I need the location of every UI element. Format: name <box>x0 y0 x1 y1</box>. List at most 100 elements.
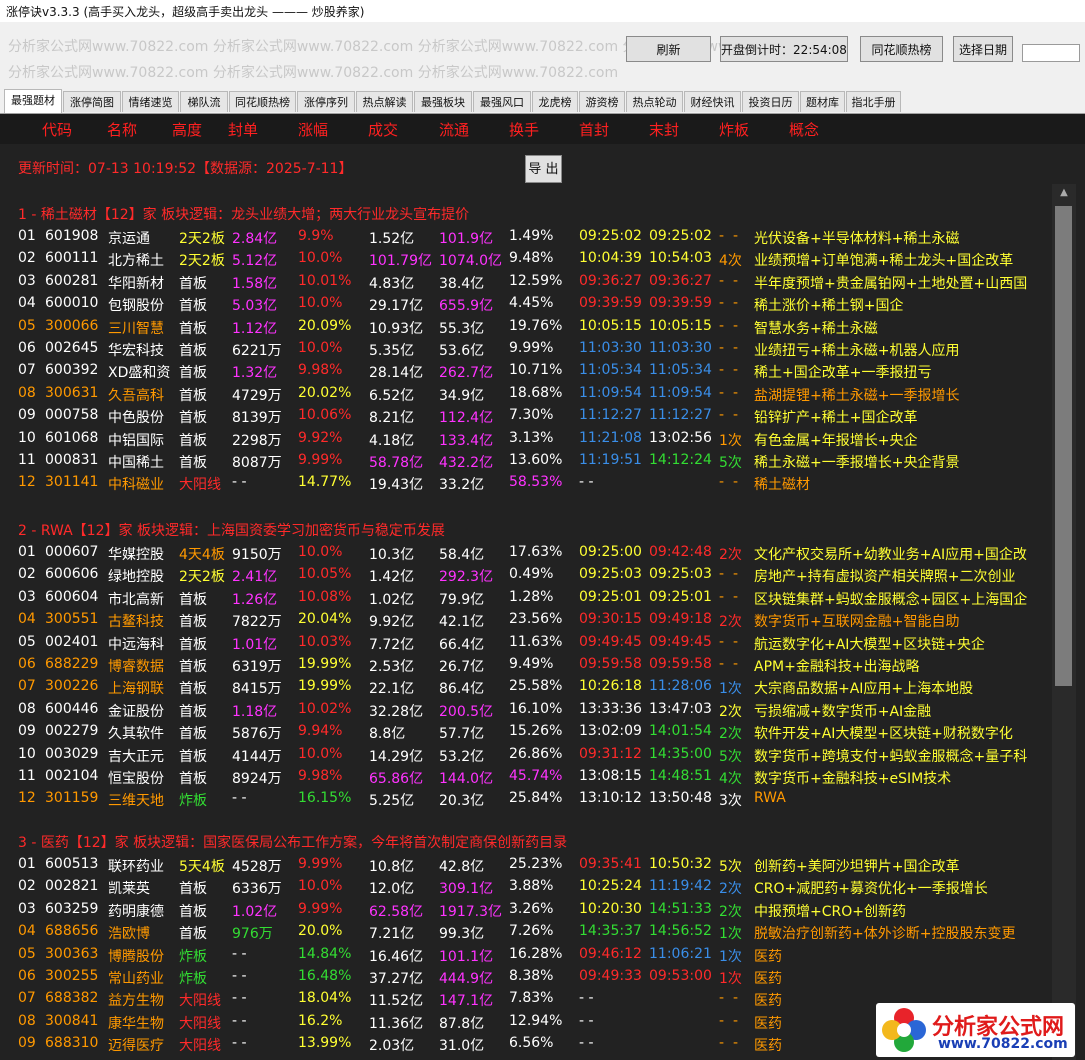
row-index: 04 <box>18 611 36 628</box>
table-row[interactable]: 01 600513 联环药业 5天4板 4528万 9.99% 10.8亿 42.8亿 25.2… <box>0 854 1050 876</box>
table-row[interactable]: 06 688229 博睿数据 首板 6319万 19.99% 2.53亿 26.7亿 9.49%… <box>0 654 1050 676</box>
table-row[interactable]: 10 003029 吉大正元 首板 4144万 10.0% 14.29亿 53.2亿 26.86… <box>0 744 1050 766</box>
tab-item[interactable]: 同花顺热榜 <box>229 91 296 112</box>
first-seal-time: 11:12:27 <box>579 407 642 424</box>
turnover-rate: 1.28% <box>509 588 554 605</box>
table-row[interactable]: 12 301141 中科磁业 大阳线 - - 14.77% 19.43亿 33.2亿 58.53… <box>0 472 1050 494</box>
sector-header[interactable]: 3 - 医药【12】家 板块逻辑：国家医保局公布工作方案，今年将首次制定商保创新… <box>18 832 567 852</box>
turnover-rate: 13.60% <box>509 452 563 468</box>
last-seal-time: 11:05:34 <box>649 362 712 379</box>
tab-item[interactable]: 指北手册 <box>846 91 901 112</box>
tab-item[interactable]: 最强题材 <box>4 89 62 113</box>
table-row[interactable]: 06 002645 华宏科技 首板 6221万 10.0% 5.35亿 53.6亿 9.99% 1… <box>0 338 1050 360</box>
first-seal-time: 09:30:15 <box>579 611 642 628</box>
last-seal-time: 14:35:00 <box>649 745 712 762</box>
select-date-button[interactable]: 选择日期 <box>953 36 1013 62</box>
table-row[interactable]: 12 301159 三维天地 炸板 - - 16.15% 5.25亿 20.3亿 25.84% 1… <box>0 788 1050 810</box>
tab-item[interactable]: 游资榜 <box>579 91 625 112</box>
sector-header[interactable]: 1 - 稀土磁材【12】家 板块逻辑：龙头业绩大增；两大行业龙头宣布提价 <box>18 204 469 224</box>
refresh-button[interactable]: 刷新 <box>626 36 711 62</box>
table-row[interactable]: 11 000831 中国稀土 首板 8087万 9.99% 58.78亿 432.2亿 13.6… <box>0 450 1050 472</box>
column-header[interactable]: 名称 <box>107 119 137 140</box>
column-header[interactable]: 封单 <box>228 119 258 140</box>
table-row[interactable]: 11 002104 恒宝股份 首板 8924万 9.98% 65.86亿 144.0亿 45.7… <box>0 766 1050 788</box>
table-row[interactable]: 01 000607 华媒控股 4天4板 9150万 10.0% 10.3亿 58.4亿 17.6… <box>0 542 1050 564</box>
row-index: 07 <box>18 362 36 379</box>
change-pct: 20.02% <box>298 384 352 401</box>
table-row[interactable]: 06 300255 常山药业 炸板 - - 16.48% 37.27亿 444.9亿 8.38%… <box>0 966 1050 988</box>
vertical-scrollbar[interactable]: ▲ <box>1052 184 1076 1060</box>
table-row[interactable]: 07 300226 上海钢联 首板 8415万 19.99% 22.1亿 86.4亿 25.58… <box>0 676 1050 698</box>
first-seal-time: - - <box>579 1012 594 1029</box>
turnover-rate: 7.83% <box>509 990 554 1007</box>
tab-item[interactable]: 热点解读 <box>356 91 413 112</box>
break-count: 1次 <box>719 926 742 943</box>
tab-item[interactable]: 热点轮动 <box>626 91 683 112</box>
table-row[interactable]: 08 600446 金证股份 首板 1.18亿 10.02% 32.28亿 200.5亿 16.… <box>0 699 1050 721</box>
column-header[interactable]: 代码 <box>42 119 72 140</box>
table-row[interactable]: 01 601908 京运通 2天2板 2.84亿 9.9% 1.52亿 101.9亿 1.49%… <box>0 226 1050 248</box>
table-row[interactable]: 03 603259 药明康德 首板 1.02亿 9.99% 62.58亿 1917.3亿 3.2… <box>0 899 1050 921</box>
table-row[interactable]: 05 300066 三川智慧 首板 1.12亿 20.09% 10.93亿 55.3亿 19.7… <box>0 316 1050 338</box>
column-header[interactable]: 高度 <box>172 119 202 140</box>
scrollbar-thumb[interactable] <box>1055 206 1072 686</box>
change-pct: 9.99% <box>298 856 343 872</box>
stock-name: 迈得医疗 <box>108 1038 164 1055</box>
board-height: 2天2板 <box>179 231 225 247</box>
ths-hot-button[interactable]: 同花顺热榜 <box>860 36 943 62</box>
change-pct: 9.94% <box>298 723 343 740</box>
stock-name: XD盛和资 <box>108 365 171 382</box>
tab-item[interactable]: 龙虎榜 <box>532 91 578 112</box>
tab-item[interactable]: 财经快讯 <box>684 91 741 112</box>
tab-item[interactable]: 投资日历 <box>742 91 799 112</box>
concept-text: 大宗商品数据+AI应用+上海本地股 <box>754 681 974 698</box>
sector-header[interactable]: 2 - RWA【12】家 板块逻辑：上海国资委学习加密货币与稳定币发展 <box>18 520 445 540</box>
tab-item[interactable]: 涨停序列 <box>297 91 355 112</box>
table-row[interactable]: 02 600606 绿地控股 2天2板 2.41亿 10.05% 1.42亿 292.3亿 0.… <box>0 564 1050 586</box>
break-dash: - <box>733 295 739 312</box>
change-pct: 20.09% <box>298 317 352 334</box>
stock-name: 华媒控股 <box>108 547 164 563</box>
column-header[interactable]: 流通 <box>439 119 469 140</box>
tab-item[interactable]: 涨停简图 <box>63 91 121 112</box>
tab-item[interactable]: 题材库 <box>800 91 845 112</box>
column-header[interactable]: 首封 <box>579 119 609 140</box>
column-header[interactable]: 涨幅 <box>298 119 328 140</box>
table-row[interactable]: 02 002821 凯莱英 首板 6336万 10.0% 12.0亿 309.1亿 3.88% 1… <box>0 876 1050 898</box>
tab-item[interactable]: 梯队流 <box>180 91 228 112</box>
table-row[interactable]: 09 002279 久其软件 首板 5876万 9.94% 8.8亿 57.7亿 15.26% 1… <box>0 721 1050 743</box>
table-row[interactable]: 05 300363 博腾股份 炸板 - - 14.84% 16.46亿 101.1亿 16.28… <box>0 944 1050 966</box>
column-header[interactable]: 炸板 <box>719 119 749 140</box>
table-row[interactable]: 03 600604 市北高新 首板 1.26亿 10.08% 1.02亿 79.9亿 1.28%… <box>0 587 1050 609</box>
table-row[interactable]: 08 300631 久吾高科 首板 4729万 20.02% 6.52亿 34.9亿 18.68… <box>0 383 1050 405</box>
concept-text: 盐湖提锂+稀土永磁+一季报增长 <box>754 387 960 404</box>
change-pct: 9.9% <box>298 228 334 244</box>
column-header[interactable]: 末封 <box>649 119 679 140</box>
break-count: 2次 <box>719 547 742 563</box>
tab-item[interactable]: 最强板块 <box>414 91 472 112</box>
turnover-rate: 58.53% <box>509 474 563 491</box>
tab-item[interactable]: 情绪速览 <box>122 91 179 112</box>
turnover-rate: 3.13% <box>509 429 554 446</box>
column-header[interactable]: 换手 <box>509 119 539 140</box>
column-header[interactable]: 成交 <box>368 119 398 140</box>
first-seal-time: 10:04:39 <box>579 250 642 267</box>
scroll-up-arrow-icon[interactable]: ▲ <box>1052 184 1076 202</box>
countdown-button[interactable]: 开盘倒计时：22:54:08 <box>720 36 848 62</box>
table-row[interactable]: 07 600392 XD盛和资 首板 1.32亿 9.98% 28.14亿 262.7亿 10.… <box>0 360 1050 382</box>
table-row[interactable]: 10 601068 中铝国际 首板 2298万 9.92% 4.18亿 133.4亿 3.13%… <box>0 428 1050 450</box>
table-row[interactable]: 02 600111 北方稀土 2天2板 5.12亿 10.0% 101.79亿 1074.0亿… <box>0 248 1050 270</box>
table-row[interactable]: 05 002401 中远海科 首板 1.01亿 10.03% 7.72亿 66.4亿 11.63… <box>0 632 1050 654</box>
date-field[interactable] <box>1022 44 1080 62</box>
concept-text: 数字货币+互联网金融+智能自助 <box>754 614 960 631</box>
turnover-amount: 11.52亿 <box>369 993 424 1010</box>
table-row[interactable]: 04 300551 古鳌科技 首板 7822万 20.04% 9.92亿 42.1亿 23.56… <box>0 609 1050 631</box>
table-row[interactable]: 03 600281 华阳新材 首板 1.58亿 10.01% 4.83亿 38.4亿 12.59… <box>0 271 1050 293</box>
column-header[interactable]: 概念 <box>789 119 819 140</box>
table-row[interactable]: 09 000758 中色股份 首板 8139万 10.06% 8.21亿 112.4亿 7.30… <box>0 405 1050 427</box>
table-row[interactable]: 04 688656 浩欧博 首板 976万 20.0% 7.21亿 99.3亿 7.26% 14:… <box>0 921 1050 943</box>
tab-item[interactable]: 最强风口 <box>473 91 531 112</box>
export-button[interactable]: 导 出 <box>525 155 562 183</box>
last-seal-time: 11:12:27 <box>649 407 712 424</box>
table-row[interactable]: 04 600010 包钢股份 首板 5.03亿 10.0% 29.17亿 655.9亿 4.45… <box>0 293 1050 315</box>
